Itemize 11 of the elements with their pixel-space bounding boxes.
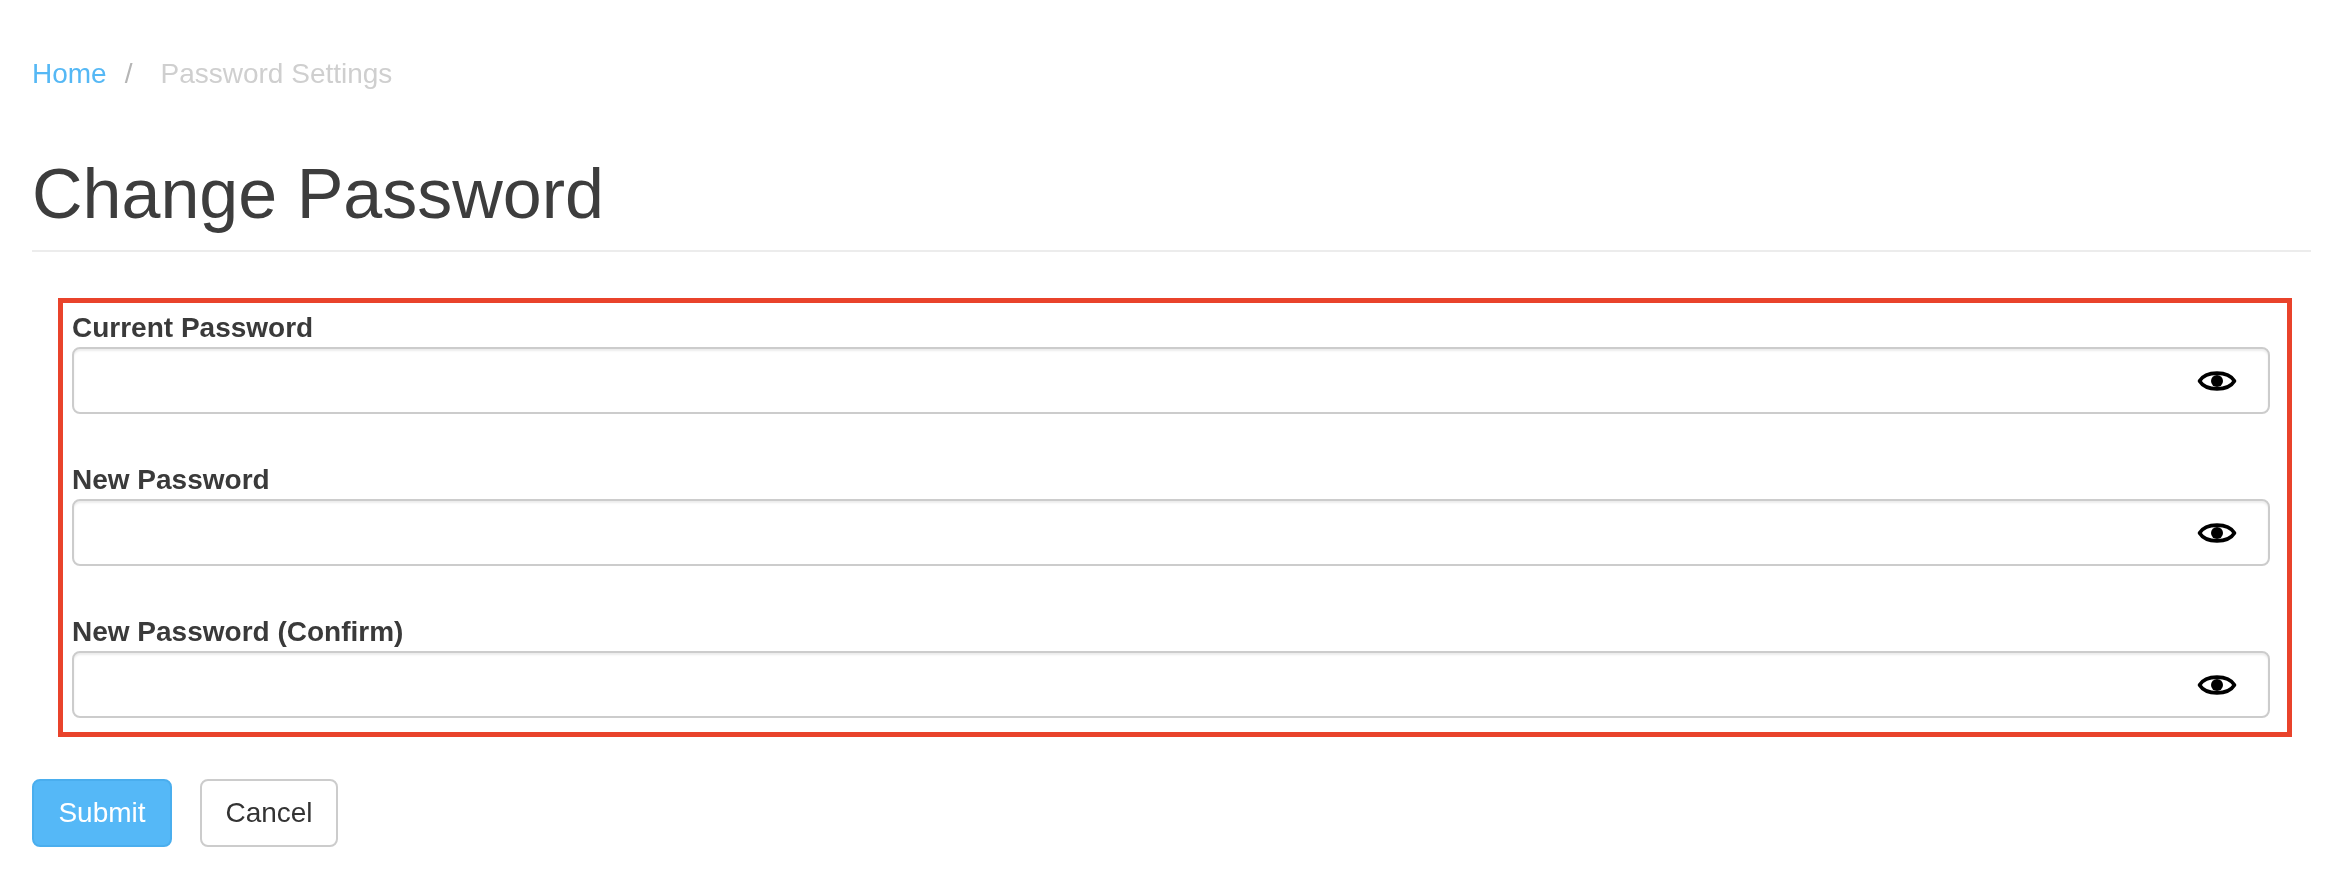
breadcrumb-link[interactable]: Home bbox=[32, 54, 107, 94]
field-label: New Password bbox=[72, 463, 270, 497]
field-label: New Password (Confirm) bbox=[72, 615, 404, 649]
page-title: Change Password bbox=[32, 154, 604, 234]
password-field[interactable] bbox=[72, 499, 2270, 566]
breadcrumb-separator: / bbox=[124, 57, 133, 91]
cancel-button[interactable]: Cancel bbox=[200, 779, 338, 847]
password-field[interactable] bbox=[72, 651, 2270, 718]
submit-button[interactable]: Submit bbox=[32, 779, 172, 847]
password-field[interactable] bbox=[72, 347, 2270, 414]
field-label: Current Password bbox=[72, 311, 314, 345]
